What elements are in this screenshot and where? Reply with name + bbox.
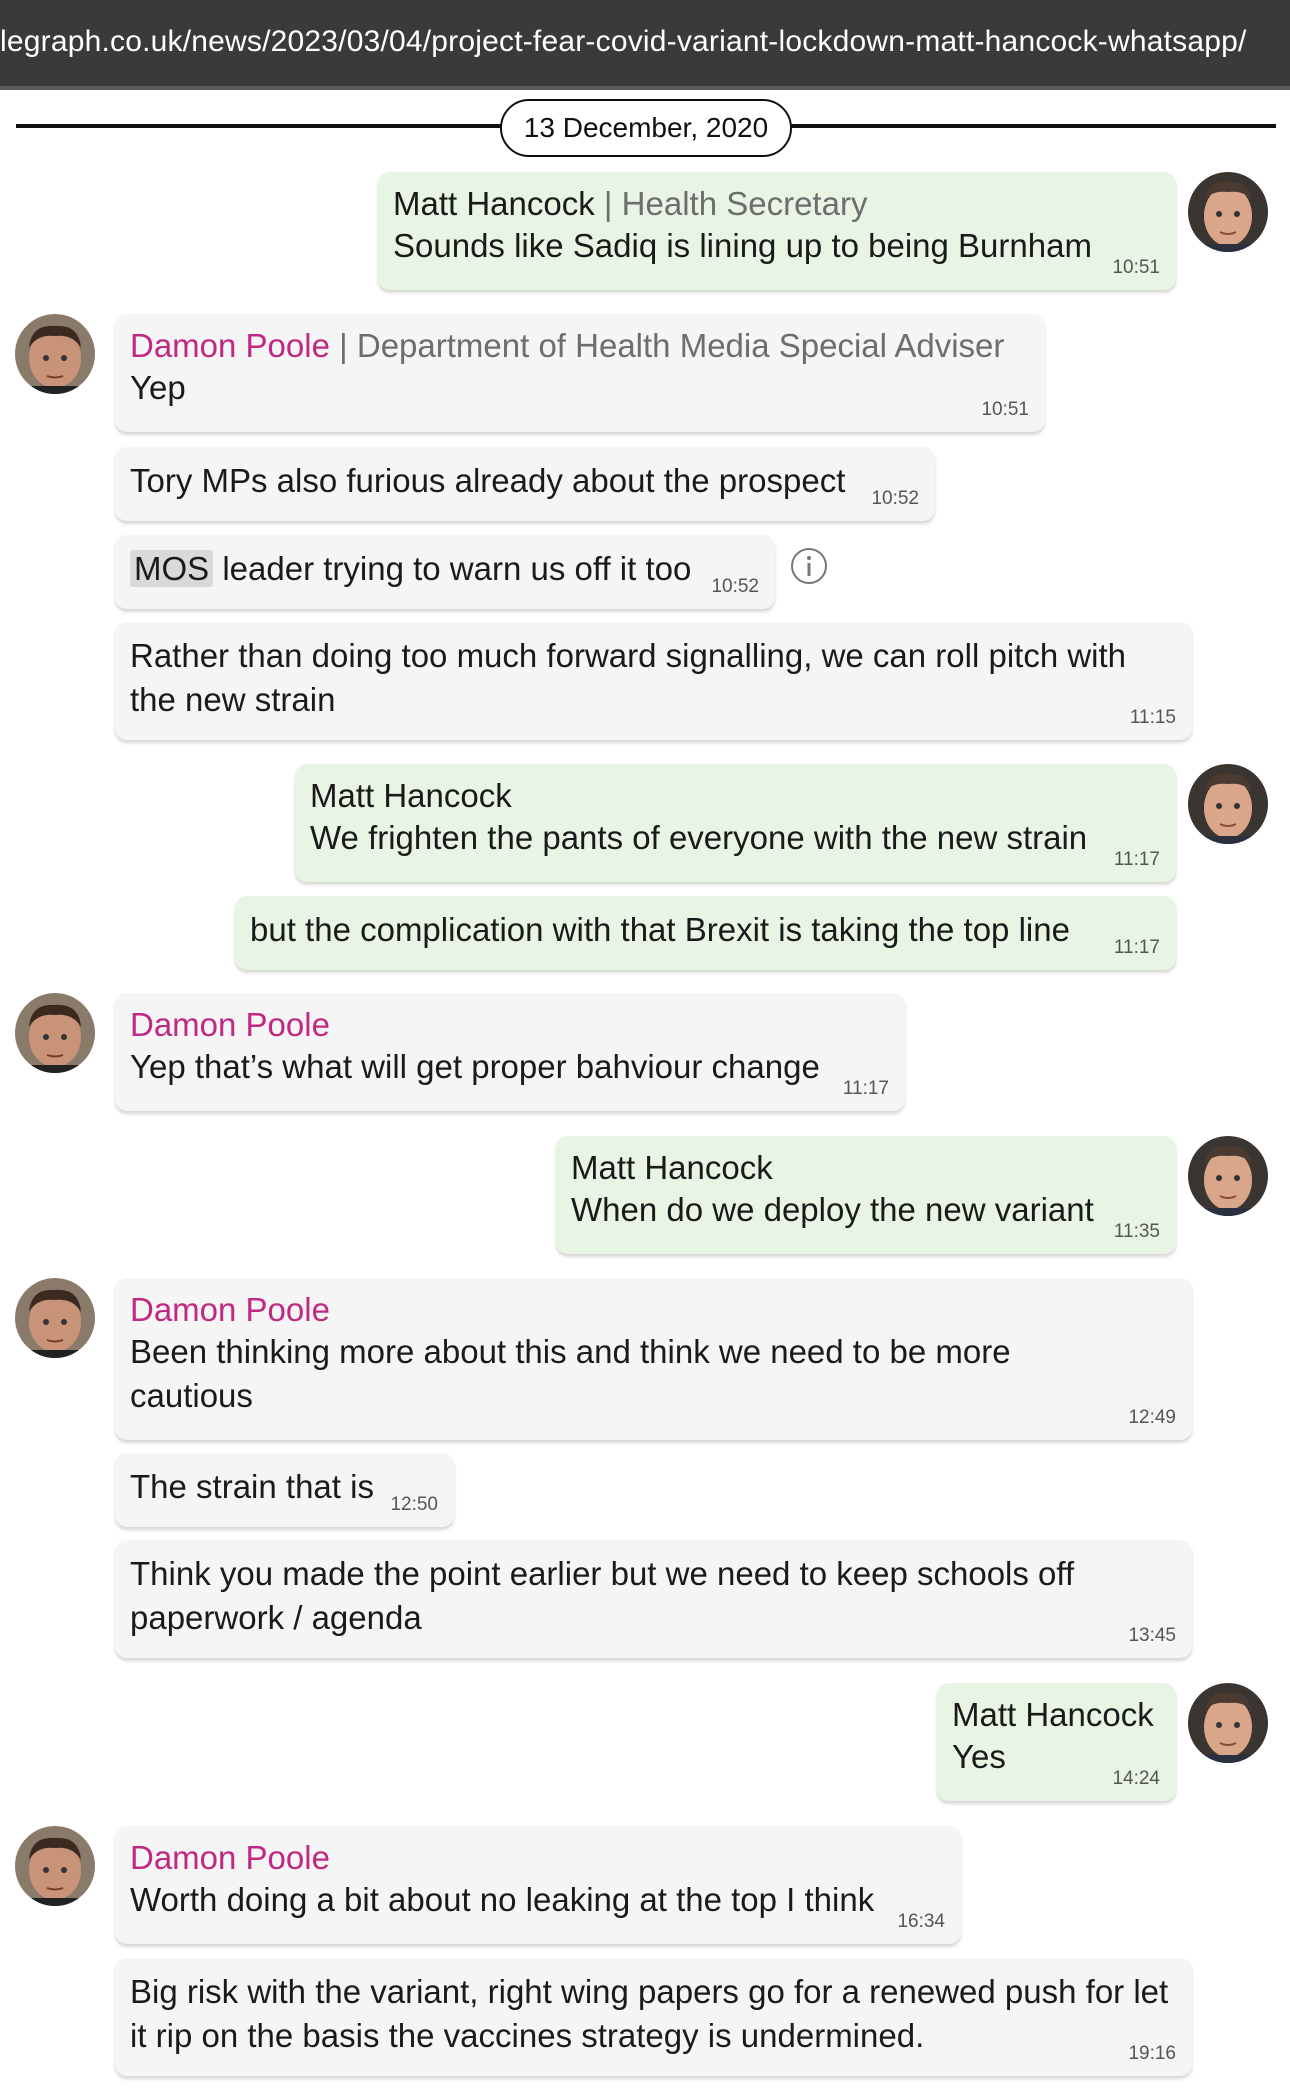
message-bubble: Matt Hancock When do we deploy the new v… xyxy=(556,1136,1176,1254)
info-icon[interactable] xyxy=(790,547,828,585)
message-time: 12:49 xyxy=(1128,1407,1176,1428)
sender-name: Damon Poole xyxy=(130,1839,330,1876)
message-time: 11:17 xyxy=(1113,849,1160,870)
message-bubble: MOS leader trying to warn us off it too … xyxy=(115,535,775,609)
message-bubble: Matt Hancock | Health Secretary Sounds l… xyxy=(378,172,1176,290)
message-time: 16:34 xyxy=(897,1911,945,1932)
message-text: Big risk with the variant, right wing pa… xyxy=(130,1973,1169,2054)
damon-poole-avatar xyxy=(15,993,95,1073)
message-time: 13:45 xyxy=(1128,1625,1176,1646)
message-time: 10:52 xyxy=(711,576,759,597)
sender-role: Department of Health Media Special Advis… xyxy=(356,327,1005,364)
message-time: 19:16 xyxy=(1128,2043,1176,2064)
sender-name: Damon Poole xyxy=(130,1291,330,1328)
damon-poole-avatar xyxy=(15,1826,95,1906)
message-text: Think you made the point earlier but we … xyxy=(130,1555,1075,1636)
message-time: 10:51 xyxy=(981,399,1029,420)
damon-poole-avatar xyxy=(15,1278,95,1358)
message-bubble: Rather than doing too much forward signa… xyxy=(115,622,1192,740)
message-bubble: Tory MPs also furious already about the … xyxy=(115,447,935,521)
message-bubble: Think you made the point earlier but we … xyxy=(115,1540,1192,1658)
url-text[interactable]: legraph.co.uk/news/2023/03/04/project-fe… xyxy=(0,22,1247,62)
message-bubble: Matt Hancock We frighten the pants of ev… xyxy=(295,764,1176,882)
message-bubble: Damon Poole | Department of Health Media… xyxy=(115,314,1045,432)
matt-hancock-avatar xyxy=(1188,764,1268,844)
sender-name: Damon Poole xyxy=(130,1006,330,1043)
message-text: but the complication with that Brexit is… xyxy=(250,911,1070,948)
matt-hancock-avatar xyxy=(1188,1136,1268,1216)
message-text: Yep xyxy=(130,369,186,406)
message-text: Yep that’s what will get proper bahviour… xyxy=(130,1048,820,1085)
message-time: 11:17 xyxy=(1113,937,1160,958)
damon-poole-avatar xyxy=(15,314,95,394)
message-text: When do we deploy the new variant xyxy=(571,1191,1094,1228)
message-time: 11:17 xyxy=(842,1078,889,1099)
sender-role: Health Secretary xyxy=(621,185,868,222)
message-bubble: The strain that is 12:50 xyxy=(115,1453,454,1527)
message-text: We frighten the pants of everyone with t… xyxy=(310,819,1088,856)
sender-name: Matt Hancock xyxy=(952,1696,1154,1733)
message-text: Rather than doing too much forward signa… xyxy=(130,637,1127,718)
message-bubble: but the complication with that Brexit is… xyxy=(235,896,1176,970)
matt-hancock-avatar xyxy=(1188,1683,1268,1763)
message-bubble: Matt Hancock Yes 14:24 xyxy=(937,1683,1176,1801)
message-time: 14:24 xyxy=(1112,1768,1160,1789)
message-time: 11:15 xyxy=(1129,707,1176,728)
message-time: 11:35 xyxy=(1113,1221,1160,1242)
sender-name: Damon Poole xyxy=(130,327,330,364)
message-text: Sounds like Sadiq is lining up to being … xyxy=(393,227,1092,264)
sender-name: Matt Hancock xyxy=(393,185,595,222)
matt-hancock-avatar xyxy=(1188,172,1268,252)
message-bubble: Damon Poole Yep that’s what will get pro… xyxy=(115,993,905,1111)
browser-url-bar[interactable]: legraph.co.uk/news/2023/03/04/project-fe… xyxy=(0,0,1290,90)
message-bubble: Big risk with the variant, right wing pa… xyxy=(115,1958,1192,2076)
message-text: Tory MPs also furious already about the … xyxy=(130,462,846,499)
redacted-tag: MOS xyxy=(130,550,214,587)
date-separator: 13 December, 2020 xyxy=(500,99,792,157)
message-text: leader trying to warn us off it too xyxy=(222,550,692,587)
message-text: Been thinking more about this and think … xyxy=(130,1333,1011,1414)
message-time: 10:52 xyxy=(871,488,919,509)
message-time: 12:50 xyxy=(390,1494,438,1515)
sender-name: Matt Hancock xyxy=(310,777,512,814)
message-bubble: Damon Poole Been thinking more about thi… xyxy=(115,1278,1192,1440)
message-bubble: Damon Poole Worth doing a bit about no l… xyxy=(115,1826,961,1944)
message-text: Worth doing a bit about no leaking at th… xyxy=(130,1881,875,1918)
message-time: 10:51 xyxy=(1112,257,1160,278)
sender-name: Matt Hancock xyxy=(571,1149,773,1186)
